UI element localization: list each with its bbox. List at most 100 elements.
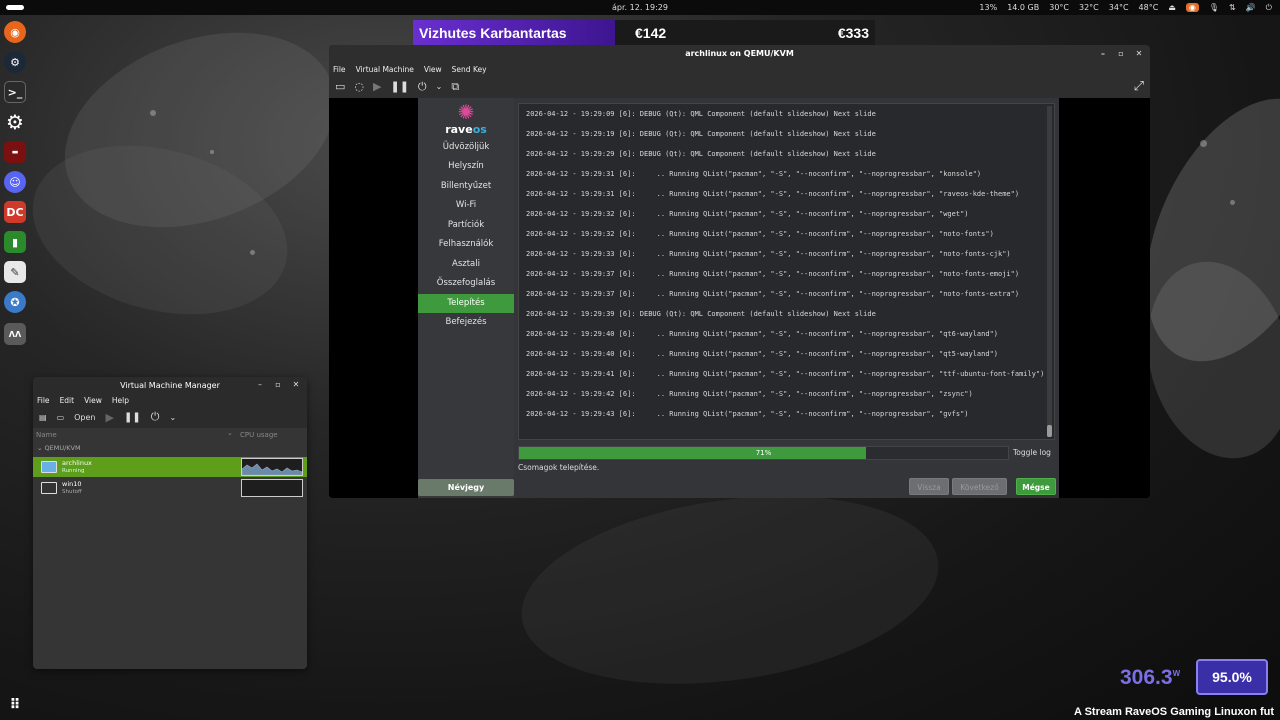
log-line: 2026-04-12 - 19:29:31 [6]: .. Running QL… <box>526 170 982 178</box>
open-button[interactable]: Open <box>74 413 95 422</box>
cpu-usage-graph <box>241 458 303 476</box>
menu-file[interactable]: File <box>333 65 346 74</box>
install-progress-bar: 71% <box>518 446 1009 460</box>
vm-name: win10 <box>62 480 82 488</box>
phone-icon[interactable]: ▮ <box>4 231 26 253</box>
sidebar-step-4: Partíciók <box>447 220 485 230</box>
watts-unit: W <box>1172 669 1181 678</box>
log-line: 2026-04-12 - 19:29:37 [6]: .. Running QL… <box>526 290 1020 298</box>
col-cpu[interactable]: CPU usage <box>240 431 278 439</box>
power-icon[interactable]: ⏻ <box>1266 3 1272 13</box>
media-icon[interactable]: ᐱᐱ <box>4 323 26 345</box>
vmm-menu-view[interactable]: View <box>84 396 102 405</box>
vmm-menu-edit[interactable]: Edit <box>60 396 75 405</box>
sidebar-step-6: Asztali <box>452 259 480 269</box>
cpu-stat: 13% <box>979 3 998 12</box>
snapshot-icon[interactable]: ⧉ <box>451 80 459 94</box>
monitor-icon <box>41 482 57 494</box>
discord-icon[interactable]: ☺ <box>4 171 26 193</box>
menu-virtual-machine[interactable]: Virtual Machine <box>356 65 414 74</box>
toggle-log-button[interactable]: Toggle log <box>1013 448 1051 457</box>
log-scrollbar[interactable] <box>1047 106 1052 437</box>
close-icon[interactable]: ✕ <box>290 379 302 391</box>
cpu-usage-graph <box>241 479 303 497</box>
chevron-down-icon[interactable]: ⌄ <box>436 82 443 91</box>
steam-icon[interactable]: ⚙ <box>4 51 26 73</box>
bulb-icon[interactable]: ◌ <box>354 80 364 93</box>
cancel-button[interactable]: Mégse <box>1016 478 1056 495</box>
sidebar-step-0: Üdvözöljük <box>442 142 490 152</box>
record-icon[interactable]: ◉ <box>1185 3 1199 12</box>
back-button[interactable]: Vissza <box>909 478 949 495</box>
install-status: Csomagok telepítése. <box>518 463 600 472</box>
sidebar-step-2: Billentyűzet <box>440 181 492 191</box>
temp-stat-2: 32°C <box>1079 3 1099 12</box>
sidebar-step-3: Wi-Fi <box>455 200 477 210</box>
power-draw: 306.3W <box>1120 666 1180 690</box>
log-line: 2026-04-12 - 19:29:33 [6]: .. Running QL… <box>526 250 1011 258</box>
next-button[interactable]: Következő <box>952 478 1007 495</box>
maximize-icon[interactable]: ▫ <box>1115 48 1127 60</box>
play-icon[interactable]: ▶ <box>106 411 114 424</box>
vm-row-win10[interactable]: win10 Shutoff <box>33 478 307 498</box>
app-grid-icon[interactable]: ⠿ <box>4 694 26 716</box>
log-line: 2026-04-12 - 19:29:32 [6]: .. Running QL… <box>526 210 969 218</box>
vmm-menu-help[interactable]: Help <box>112 396 129 405</box>
log-line: 2026-04-12 - 19:29:42 [6]: .. Running QL… <box>526 390 973 398</box>
pause-icon[interactable]: ❚❚ <box>124 412 141 423</box>
top-bar: ápr. 12. 19:29 13% 14.0 GB 30°C 32°C 34°… <box>0 0 1280 15</box>
terminal-icon[interactable]: >_ <box>4 81 26 103</box>
banner-value-2: €333 <box>720 20 875 45</box>
connection-name: QEMU/KVM <box>44 444 81 452</box>
new-vm-icon[interactable]: ▤ <box>39 413 47 422</box>
fullscreen-icon[interactable]: ⤢ <box>1134 79 1144 94</box>
vm-row-archlinux[interactable]: archlinux Running <box>33 457 307 477</box>
temp-stat-3: 34°C <box>1108 3 1129 12</box>
network-icon[interactable]: ⇅ <box>1229 3 1236 12</box>
install-log[interactable]: 2026-04-12 - 19:29:09 [6]: DEBUG (Qt): Q… <box>518 103 1055 440</box>
power-icon[interactable]: ⏻ <box>418 80 427 94</box>
sidebar-step-8: Telepítés <box>418 294 514 313</box>
game-icon[interactable]: ▬ <box>4 141 26 163</box>
mic-icon[interactable]: 🎙 <box>1209 3 1219 12</box>
vm-display[interactable]: ✺ raveos Üdvözöljük Helyszín Billentyűzet W… <box>329 98 1150 498</box>
vmm-menu-file[interactable]: File <box>37 396 50 405</box>
installer-icon[interactable]: ✪ <box>4 291 26 313</box>
banner-title: Vizhutes Karbantartas <box>413 20 615 45</box>
about-button[interactable]: Névjegy <box>418 479 514 496</box>
dc-icon[interactable]: DC <box>4 201 26 223</box>
settings-icon[interactable]: ⚙ <box>4 110 26 134</box>
play-icon[interactable]: ▶ <box>373 80 381 93</box>
monitor-icon[interactable]: ▭ <box>335 80 345 93</box>
menu-view[interactable]: View <box>424 65 442 74</box>
firefox-icon[interactable]: ◉ <box>4 21 26 43</box>
vmm-connection-group[interactable]: ⌄ QEMU/KVM <box>33 442 307 454</box>
power-icon[interactable]: ⏻ <box>151 410 160 424</box>
log-line: 2026-04-12 - 19:29:39 [6]: DEBUG (Qt): Q… <box>526 310 876 318</box>
vm-titlebar[interactable]: archlinux on QEMU/KVM – ▫ ✕ <box>329 45 1150 63</box>
minimize-icon[interactable]: – <box>1097 48 1109 60</box>
watts-value: 306.3 <box>1120 666 1173 689</box>
vm-viewer-window: archlinux on QEMU/KVM – ▫ ✕ File Virtual… <box>329 45 1150 498</box>
vm-toolbar: ▭ ◌ ▶ ❚❚ ⏻ ⌄ ⧉ ⤢ <box>329 75 1150 98</box>
vmm-column-header: Name ⌄ CPU usage <box>33 428 307 442</box>
banner-value-1: €142 <box>615 20 720 45</box>
log-scroll-thumb[interactable] <box>1047 425 1052 437</box>
vmm-window: Virtual Machine Manager – ▫ ✕ File Edit … <box>33 377 307 669</box>
open-icon[interactable]: ▭ <box>57 413 65 422</box>
editor-icon[interactable]: ✎ <box>4 261 26 283</box>
temp-stat-1: 30°C <box>1049 3 1069 12</box>
eject-icon[interactable]: ⏏ <box>1168 3 1176 12</box>
col-name[interactable]: Name <box>36 431 57 439</box>
close-icon[interactable]: ✕ <box>1133 48 1145 60</box>
chevron-down-icon[interactable]: ⌄ <box>169 413 176 422</box>
sidebar-step-7: Összefoglalás <box>436 278 496 288</box>
menu-send-key[interactable]: Send Key <box>452 65 487 74</box>
vmm-titlebar[interactable]: Virtual Machine Manager – ▫ ✕ <box>33 377 307 394</box>
maximize-icon[interactable]: ▫ <box>272 379 284 391</box>
stream-banner: Vizhutes Karbantartas €142 €333 <box>413 20 875 45</box>
volume-icon[interactable]: 🔊 <box>1246 3 1256 12</box>
stream-ticker: A Stream RaveOS Gaming Linuxon fut <box>1074 706 1275 718</box>
pause-icon[interactable]: ❚❚ <box>390 80 408 93</box>
minimize-icon[interactable]: – <box>254 379 266 391</box>
